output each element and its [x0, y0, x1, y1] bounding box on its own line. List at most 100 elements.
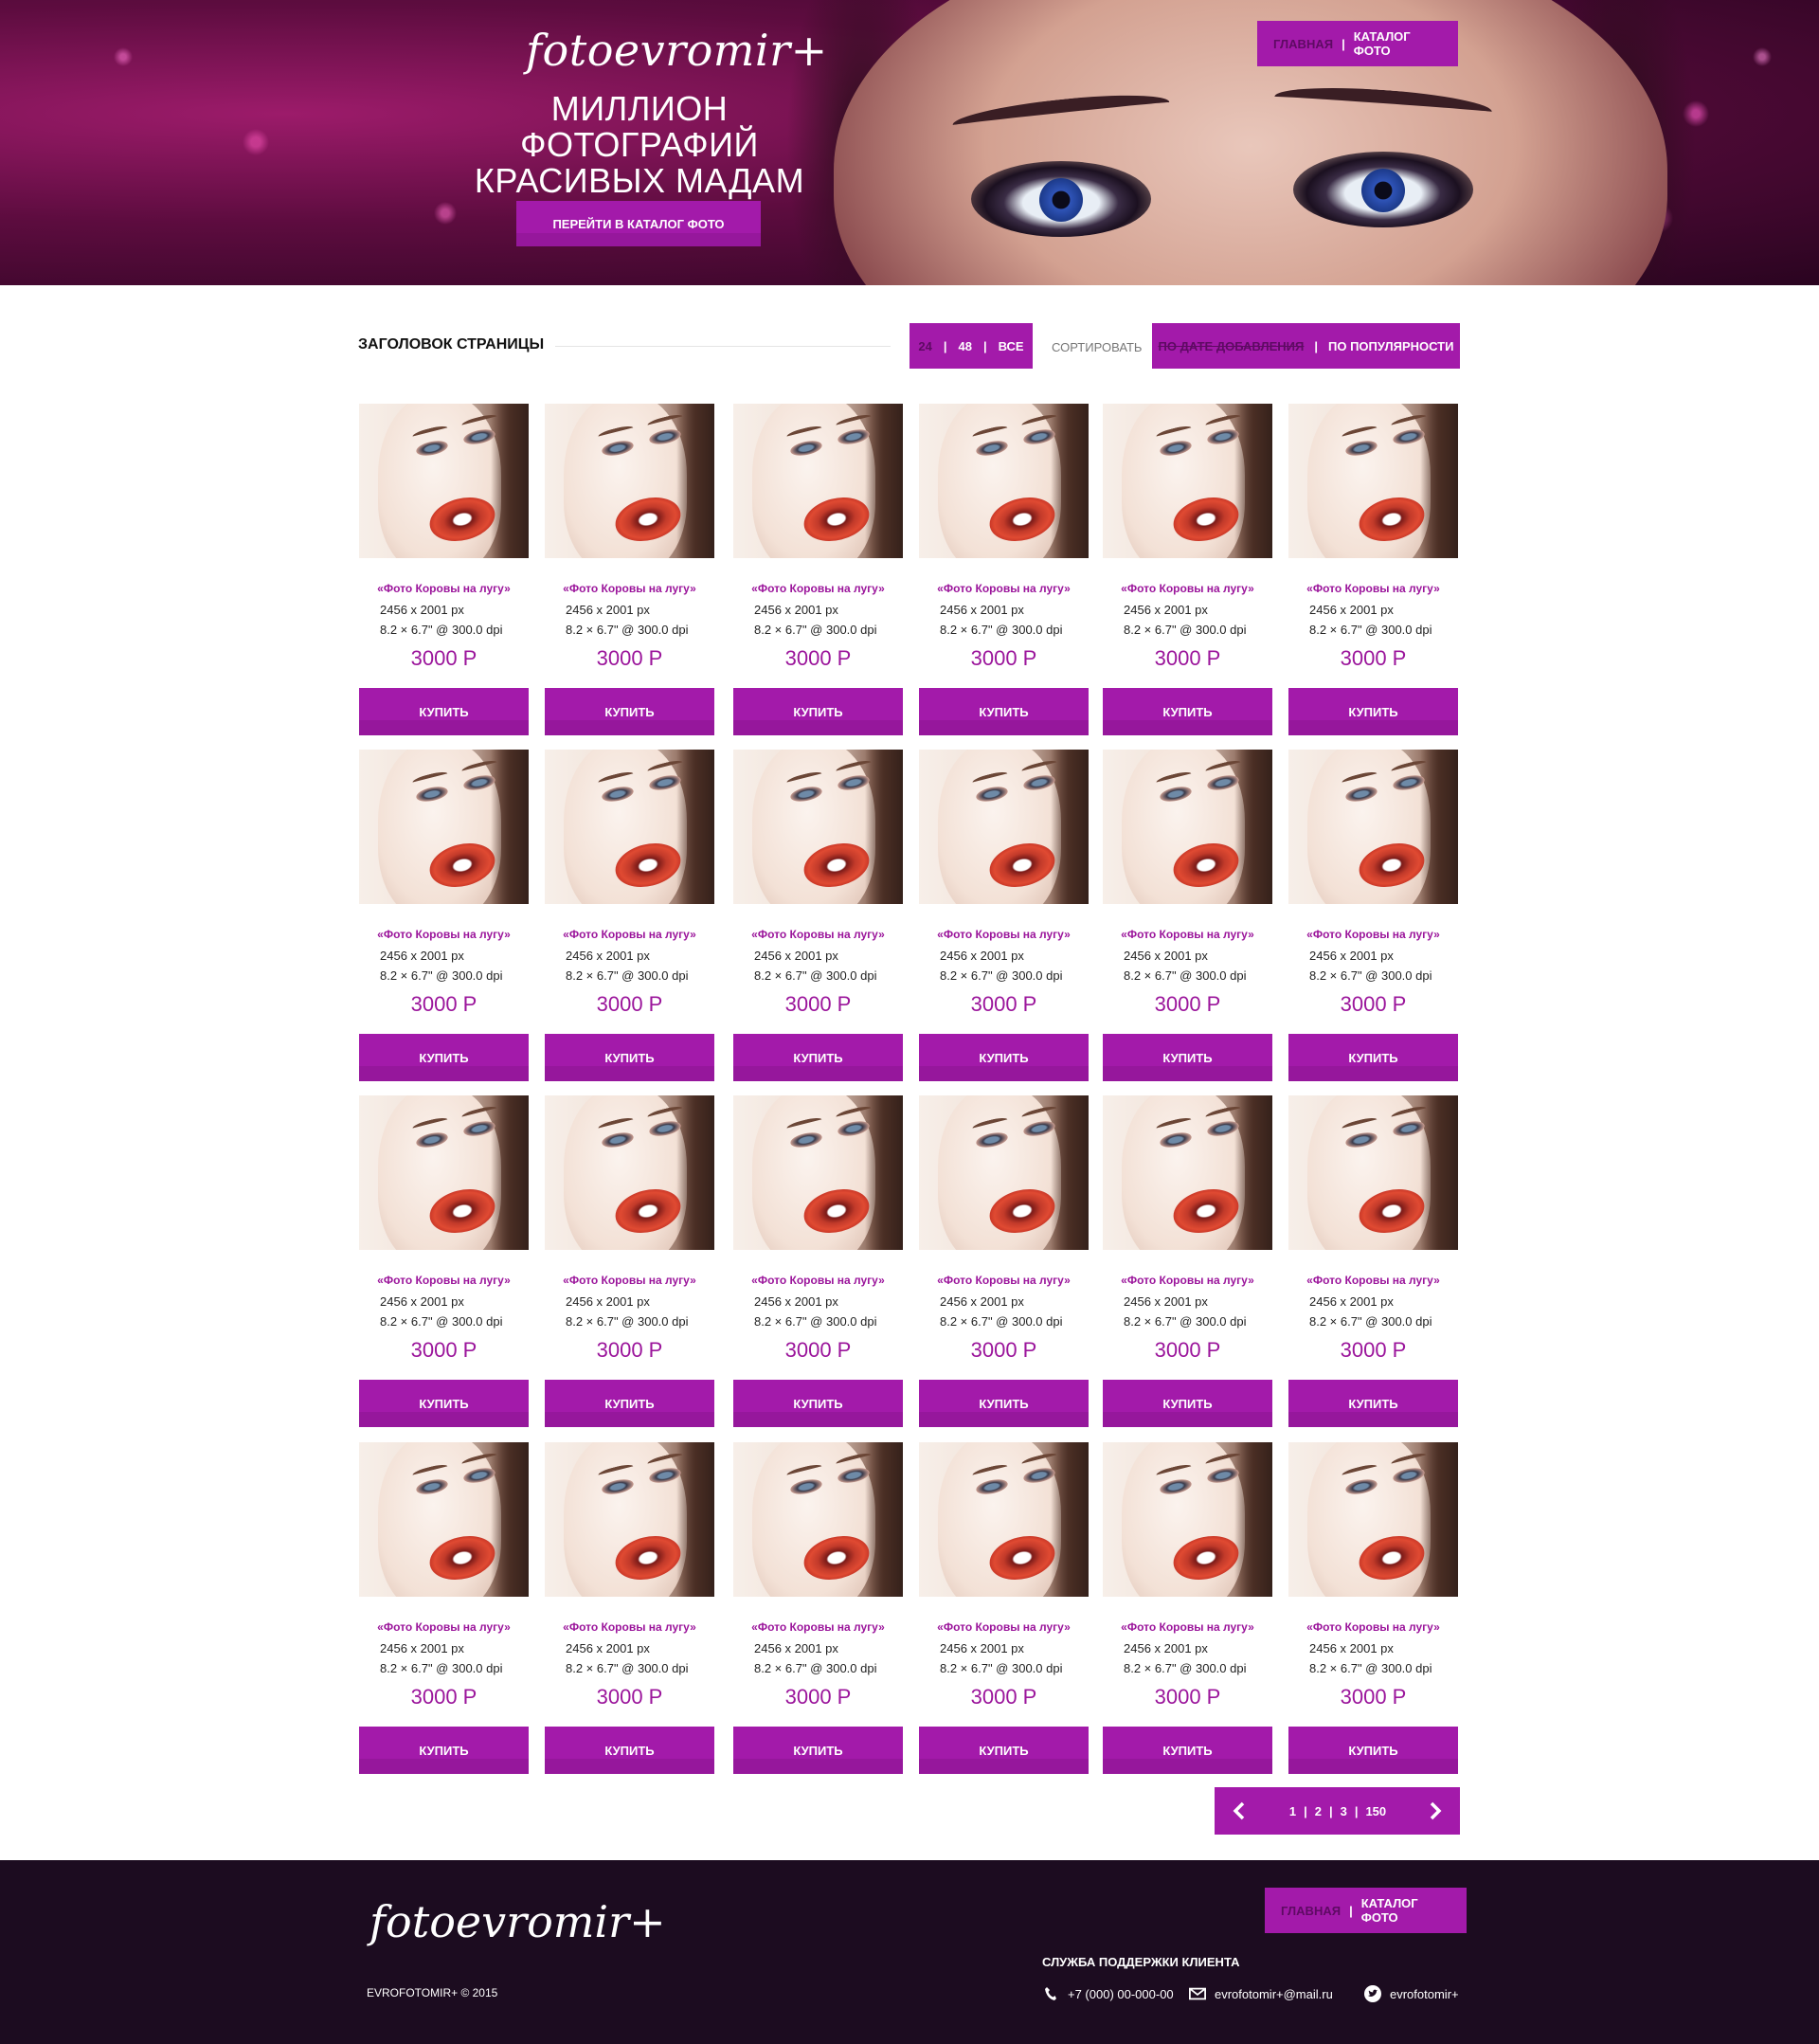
buy-button[interactable]: КУПИТЬ — [1103, 688, 1272, 735]
buy-button[interactable]: КУПИТЬ — [545, 688, 714, 735]
product-resolution: 8.2 × 6.7" @ 300.0 dpi — [1309, 1314, 1432, 1329]
product-photo[interactable] — [733, 750, 903, 904]
product-photo[interactable] — [545, 404, 714, 558]
chevron-right-icon[interactable] — [1416, 1787, 1454, 1835]
go-to-catalog-button[interactable]: ПЕРЕЙТИ В КАТАЛОГ ФОТО — [516, 201, 761, 246]
product-photo[interactable] — [359, 1095, 529, 1250]
product-photo[interactable] — [1288, 1095, 1458, 1250]
product-photo[interactable] — [545, 1442, 714, 1597]
product-name[interactable]: «Фото Коровы на лугу» — [1288, 582, 1458, 595]
product-price: 3000 Р — [596, 992, 663, 1016]
product-name[interactable]: «Фото Коровы на лугу» — [733, 928, 903, 941]
product-photo[interactable] — [919, 404, 1089, 558]
buy-button[interactable]: КУПИТЬ — [733, 688, 903, 735]
product-photo[interactable] — [733, 1442, 903, 1597]
product-name[interactable]: «Фото Коровы на лугу» — [733, 582, 903, 595]
product-photo[interactable] — [545, 750, 714, 904]
product-name[interactable]: «Фото Коровы на лугу» — [733, 1274, 903, 1287]
product-name[interactable]: «Фото Коровы на лугу» — [545, 928, 714, 941]
buy-button[interactable]: КУПИТЬ — [919, 1727, 1089, 1774]
product-resolution: 8.2 × 6.7" @ 300.0 dpi — [754, 1314, 877, 1329]
buy-button[interactable]: КУПИТЬ — [733, 1727, 903, 1774]
product-name[interactable]: «Фото Коровы на лугу» — [919, 928, 1089, 941]
page-link[interactable]: 2 — [1315, 1804, 1322, 1818]
contact-email[interactable]: evrofotomir+@mail.ru — [1189, 1985, 1333, 2002]
product-card: «Фото Коровы на лугу» 2456 x 2001 px 8.2… — [919, 404, 1089, 735]
page-link[interactable]: 150 — [1365, 1804, 1386, 1818]
product-photo[interactable] — [1103, 404, 1272, 558]
buy-button[interactable]: КУПИТЬ — [733, 1034, 903, 1081]
product-photo[interactable] — [1103, 1095, 1272, 1250]
product-photo[interactable] — [1103, 750, 1272, 904]
nav-link-catalog[interactable]: КАТАЛОГ ФОТО — [1354, 29, 1442, 58]
contact-phone[interactable]: +7 (000) 00-000-00 — [1042, 1985, 1174, 2002]
product-price: 3000 Р — [596, 1685, 663, 1709]
product-name[interactable]: «Фото Коровы на лугу» — [1103, 1620, 1272, 1634]
site-logo[interactable]: fotoevromir+ — [526, 25, 828, 76]
product-name[interactable]: «Фото Коровы на лугу» — [359, 582, 529, 595]
per-page-option[interactable]: ВСЕ — [999, 339, 1024, 353]
buy-button[interactable]: КУПИТЬ — [919, 1034, 1089, 1081]
product-photo[interactable] — [919, 750, 1089, 904]
footer-nav-link-catalog[interactable]: КАТАЛОГ ФОТО — [1361, 1896, 1450, 1925]
buy-button[interactable]: КУПИТЬ — [1288, 1727, 1458, 1774]
buy-button[interactable]: КУПИТЬ — [545, 1727, 714, 1774]
chevron-left-icon[interactable] — [1220, 1787, 1258, 1835]
product-photo[interactable] — [733, 404, 903, 558]
buy-button[interactable]: КУПИТЬ — [733, 1380, 903, 1427]
sort-option-popularity[interactable]: ПО ПОПУЛЯРНОСТИ — [1328, 339, 1453, 353]
page-link[interactable]: 1 — [1289, 1804, 1296, 1818]
product-name[interactable]: «Фото Коровы на лугу» — [1288, 1620, 1458, 1634]
product-photo[interactable] — [919, 1442, 1089, 1597]
buy-button[interactable]: КУПИТЬ — [919, 1380, 1089, 1427]
product-name[interactable]: «Фото Коровы на лугу» — [1103, 928, 1272, 941]
page-link[interactable]: 3 — [1341, 1804, 1347, 1818]
product-name[interactable]: «Фото Коровы на лугу» — [359, 1274, 529, 1287]
buy-button[interactable]: КУПИТЬ — [1103, 1727, 1272, 1774]
product-name[interactable]: «Фото Коровы на лугу» — [919, 582, 1089, 595]
product-photo[interactable] — [919, 1095, 1089, 1250]
nav-link-home[interactable]: ГЛАВНАЯ — [1273, 37, 1333, 51]
per-page-option[interactable]: 48 — [959, 339, 972, 353]
product-name[interactable]: «Фото Коровы на лугу» — [359, 1620, 529, 1634]
product-photo[interactable] — [359, 1442, 529, 1597]
buy-button[interactable]: КУПИТЬ — [359, 688, 529, 735]
product-name[interactable]: «Фото Коровы на лугу» — [545, 1274, 714, 1287]
buy-button[interactable]: КУПИТЬ — [359, 1034, 529, 1081]
buy-button[interactable]: КУПИТЬ — [359, 1380, 529, 1427]
buy-button[interactable]: КУПИТЬ — [1288, 1380, 1458, 1427]
product-name[interactable]: «Фото Коровы на лугу» — [1103, 1274, 1272, 1287]
hero-image-eye — [1293, 152, 1473, 227]
buy-button[interactable]: КУПИТЬ — [1103, 1380, 1272, 1427]
product-photo[interactable] — [359, 750, 529, 904]
product-name[interactable]: «Фото Коровы на лугу» — [545, 1620, 714, 1634]
product-photo[interactable] — [1288, 404, 1458, 558]
title-divider — [555, 346, 891, 347]
buy-button[interactable]: КУПИТЬ — [545, 1380, 714, 1427]
product-photo[interactable] — [545, 1095, 714, 1250]
footer-nav-link-home[interactable]: ГЛАВНАЯ — [1281, 1904, 1341, 1918]
buy-button[interactable]: КУПИТЬ — [545, 1034, 714, 1081]
buy-button[interactable]: КУПИТЬ — [1103, 1034, 1272, 1081]
product-name[interactable]: «Фото Коровы на лугу» — [1103, 582, 1272, 595]
product-photo[interactable] — [1103, 1442, 1272, 1597]
buy-button[interactable]: КУПИТЬ — [919, 688, 1089, 735]
footer-logo[interactable]: fotoevromir+ — [369, 1896, 666, 1947]
product-name[interactable]: «Фото Коровы на лугу» — [545, 582, 714, 595]
product-name[interactable]: «Фото Коровы на лугу» — [1288, 928, 1458, 941]
buy-button[interactable]: КУПИТЬ — [1288, 1034, 1458, 1081]
contact-twitter[interactable]: evrofotomir+ — [1364, 1985, 1459, 2002]
product-photo[interactable] — [1288, 750, 1458, 904]
buy-button[interactable]: КУПИТЬ — [1288, 688, 1458, 735]
product-name[interactable]: «Фото Коровы на лугу» — [919, 1620, 1089, 1634]
buy-button[interactable]: КУПИТЬ — [359, 1727, 529, 1774]
product-name[interactable]: «Фото Коровы на лугу» — [1288, 1274, 1458, 1287]
product-photo[interactable] — [1288, 1442, 1458, 1597]
product-name[interactable]: «Фото Коровы на лугу» — [733, 1620, 903, 1634]
product-name[interactable]: «Фото Коровы на лугу» — [359, 928, 529, 941]
sort-option-date[interactable]: ПО ДАТЕ ДОБАВЛЕНИЯ — [1159, 339, 1305, 353]
product-photo[interactable] — [359, 404, 529, 558]
product-name[interactable]: «Фото Коровы на лугу» — [919, 1274, 1089, 1287]
per-page-option[interactable]: 24 — [918, 339, 931, 353]
product-photo[interactable] — [733, 1095, 903, 1250]
